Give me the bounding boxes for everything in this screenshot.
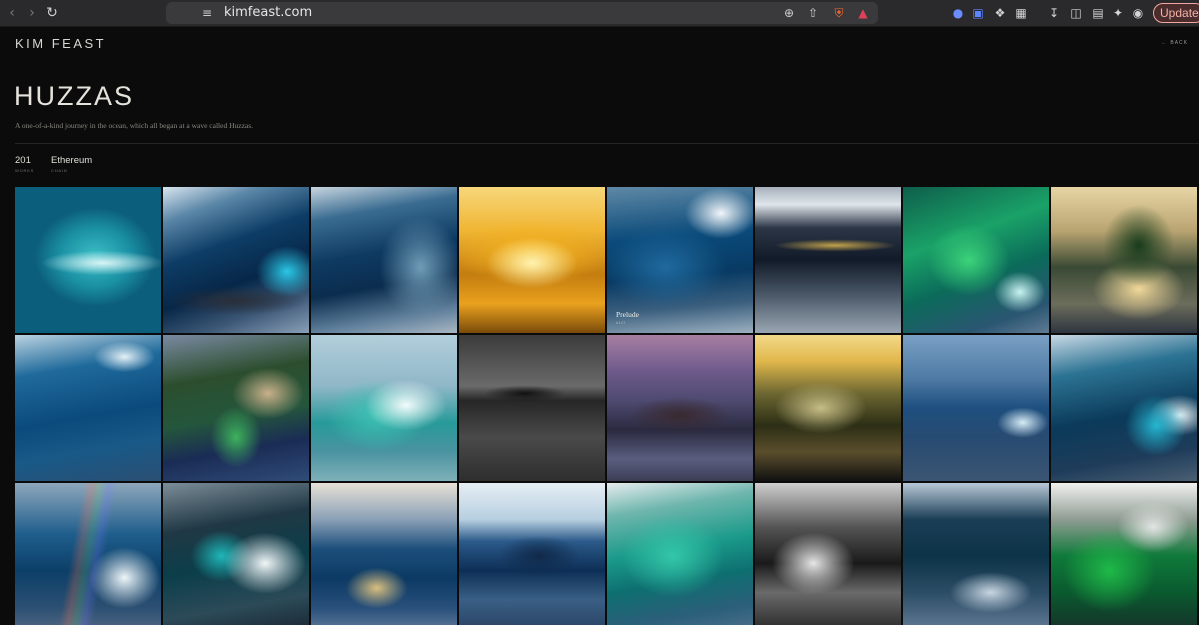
artwork-tile[interactable]	[15, 335, 161, 481]
artwork-tile[interactable]	[755, 187, 901, 333]
browser-toolbar: ‹ › ↻ ☐ ≡ kimfeast.com ⊕ ⇧ ⛨ ▲ ● ▣ ❖ ▦ ↧…	[0, 0, 1199, 27]
artwork-tile[interactable]	[607, 335, 753, 481]
artwork-tile[interactable]	[163, 483, 309, 625]
extension-icon[interactable]: ●	[950, 5, 966, 21]
stat-label: WORKS	[15, 168, 35, 173]
site-logo[interactable]: KIM FEAST	[15, 36, 106, 51]
artwork-tile[interactable]	[607, 483, 753, 625]
wallet-icon[interactable]: ▤	[1090, 5, 1106, 21]
screenshot-icon[interactable]: ▦	[1013, 5, 1029, 21]
artwork-title: Prelude	[616, 310, 639, 319]
artwork-tile[interactable]	[903, 335, 1049, 481]
artwork-tile[interactable]	[1051, 187, 1197, 333]
address-bar[interactable]: ≡ kimfeast.com ⊕ ⇧ ⛨ ▲	[166, 2, 878, 24]
artwork-tile[interactable]	[755, 335, 901, 481]
stat-value: 201	[15, 155, 31, 166]
brave-shields-icon[interactable]: ⛨	[830, 5, 848, 21]
zoom-icon[interactable]: ⊕	[780, 5, 798, 21]
artwork-tile[interactable]	[163, 187, 309, 333]
download-icon[interactable]: ↧	[1046, 5, 1062, 21]
back-label: BACK	[1170, 40, 1188, 46]
site-settings-icon[interactable]: ≡	[198, 5, 216, 21]
forward-arrow-icon[interactable]: ›	[22, 4, 42, 22]
update-button[interactable]: Update ≡	[1153, 3, 1199, 23]
sidebar-icon[interactable]: ◫	[1068, 5, 1084, 21]
divider	[15, 143, 1199, 144]
extensions-puzzle-icon[interactable]: ❖	[992, 5, 1008, 21]
artwork-tile[interactable]	[311, 335, 457, 481]
artwork-tile[interactable]	[459, 483, 605, 625]
url-text[interactable]: kimfeast.com	[224, 5, 312, 20]
password-manager-icon[interactable]: ▣	[970, 5, 986, 21]
artwork-grid: Prelude #147	[15, 187, 1197, 625]
artwork-tile[interactable]	[1051, 483, 1197, 625]
artwork-number: #147	[616, 321, 626, 325]
stat-label: CHAIN	[51, 168, 68, 173]
share-icon[interactable]: ⇧	[804, 5, 822, 21]
update-label: Update	[1160, 6, 1199, 20]
artwork-tile[interactable]	[163, 335, 309, 481]
page-content: KIM FEAST ← BACK HUZZAS A one-of-a-kind j…	[0, 27, 1199, 625]
artwork-tile[interactable]	[903, 187, 1049, 333]
collection-title: HUZZAS	[14, 81, 134, 111]
artwork-tile[interactable]	[311, 483, 457, 625]
back-arrow-icon[interactable]: ‹	[2, 4, 22, 22]
artwork-tile-hovered[interactable]: Prelude #147	[607, 187, 753, 333]
leo-ai-icon[interactable]: ✦	[1110, 5, 1126, 21]
artwork-tile[interactable]	[903, 483, 1049, 625]
artwork-tile[interactable]	[1051, 335, 1197, 481]
stat-works: 201 WORKS	[15, 155, 34, 173]
artwork-tile[interactable]	[459, 335, 605, 481]
left-arrow-icon: ←	[1161, 40, 1168, 46]
vpn-shield-icon[interactable]: ◉	[1130, 5, 1146, 21]
artwork-tile[interactable]	[15, 483, 161, 625]
artwork-tile[interactable]	[311, 187, 457, 333]
artwork-tile[interactable]	[755, 483, 901, 625]
artwork-tile[interactable]	[459, 187, 605, 333]
collection-description: A one-of-a-kind journey in the ocean, wh…	[15, 121, 254, 130]
reload-icon[interactable]: ↻	[42, 4, 62, 22]
brave-rewards-icon[interactable]: ▲	[854, 5, 872, 21]
stat-value: Ethereum	[51, 155, 93, 166]
artwork-tile[interactable]	[15, 187, 161, 333]
stat-chain: Ethereum CHAIN	[51, 155, 92, 173]
back-link[interactable]: ← BACK	[1161, 40, 1191, 46]
